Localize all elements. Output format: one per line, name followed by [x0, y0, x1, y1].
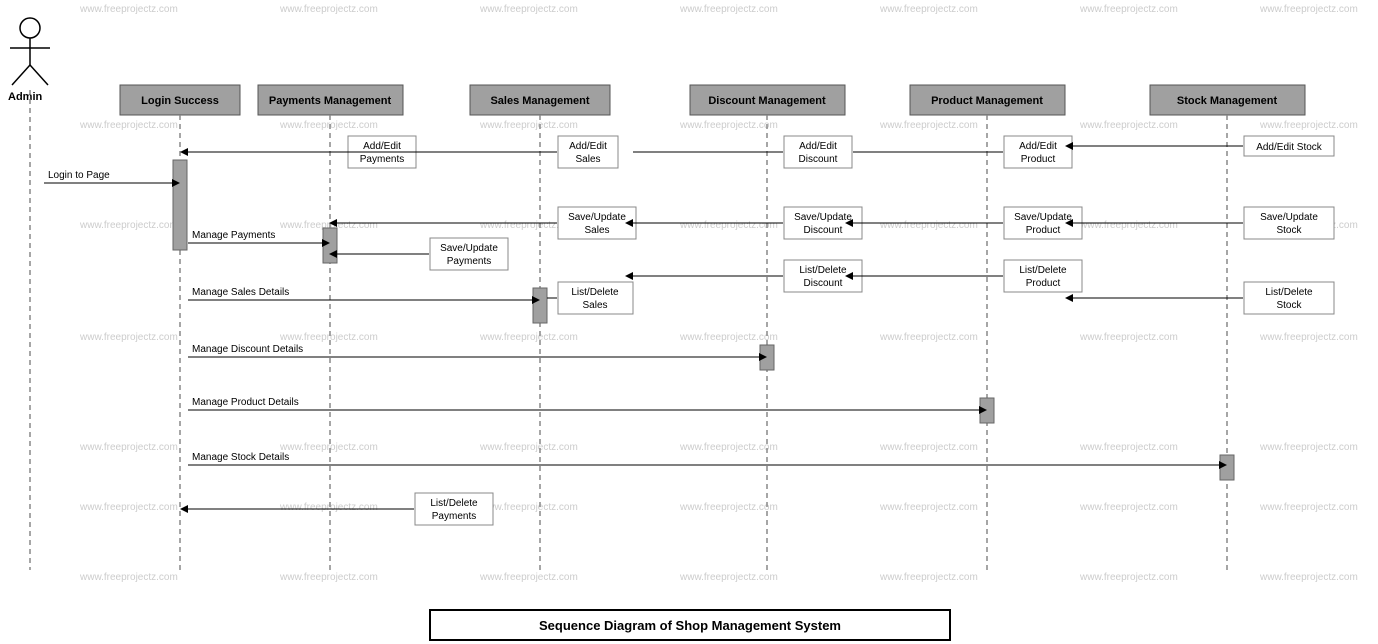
svg-text:Stock: Stock: [1276, 225, 1302, 236]
svg-text:www.freeprojectz.com: www.freeprojectz.com: [1079, 120, 1178, 131]
svg-text:www.freeprojectz.com: www.freeprojectz.com: [1079, 442, 1178, 453]
svg-text:Product: Product: [1026, 225, 1061, 236]
svg-text:www.freeprojectz.com: www.freeprojectz.com: [1079, 220, 1178, 231]
svg-text:Stock: Stock: [1276, 300, 1302, 311]
svg-text:Manage Payments: Manage Payments: [192, 230, 275, 241]
svg-text:www.freeprojectz.com: www.freeprojectz.com: [1259, 332, 1358, 343]
svg-text:www.freeprojectz.com: www.freeprojectz.com: [679, 220, 778, 231]
svg-text:www.freeprojectz.com: www.freeprojectz.com: [679, 442, 778, 453]
svg-text:Product Management: Product Management: [931, 95, 1043, 107]
svg-text:www.freeprojectz.com: www.freeprojectz.com: [479, 572, 578, 583]
svg-text:Sales: Sales: [584, 225, 609, 236]
svg-text:www.freeprojectz.com: www.freeprojectz.com: [1079, 332, 1178, 343]
svg-text:www.freeprojectz.com: www.freeprojectz.com: [79, 572, 178, 583]
svg-text:www.freeprojectz.com: www.freeprojectz.com: [879, 4, 978, 15]
svg-text:www.freeprojectz.com: www.freeprojectz.com: [79, 220, 178, 231]
svg-text:Manage Product Details: Manage Product Details: [192, 397, 299, 408]
svg-text:www.freeprojectz.com: www.freeprojectz.com: [1259, 4, 1358, 15]
svg-text:www.freeprojectz.com: www.freeprojectz.com: [479, 502, 578, 513]
svg-text:www.freeprojectz.com: www.freeprojectz.com: [679, 572, 778, 583]
svg-text:www.freeprojectz.com: www.freeprojectz.com: [479, 4, 578, 15]
svg-text:www.freeprojectz.com: www.freeprojectz.com: [879, 442, 978, 453]
svg-text:www.freeprojectz.com: www.freeprojectz.com: [479, 120, 578, 131]
svg-text:Add/Edit: Add/Edit: [799, 141, 837, 152]
svg-text:www.freeprojectz.com: www.freeprojectz.com: [879, 502, 978, 513]
svg-text:Manage Sales Details: Manage Sales Details: [192, 287, 289, 298]
svg-text:www.freeprojectz.com: www.freeprojectz.com: [79, 442, 178, 453]
svg-text:www.freeprojectz.com: www.freeprojectz.com: [79, 332, 178, 343]
svg-text:www.freeprojectz.com: www.freeprojectz.com: [79, 4, 178, 15]
svg-text:Payments: Payments: [360, 154, 404, 165]
svg-text:Sales Management: Sales Management: [490, 95, 589, 107]
svg-text:Payments Management: Payments Management: [269, 95, 392, 107]
svg-text:www.freeprojectz.com: www.freeprojectz.com: [279, 4, 378, 15]
svg-text:www.freeprojectz.com: www.freeprojectz.com: [679, 332, 778, 343]
svg-text:Sales: Sales: [582, 300, 607, 311]
svg-text:Admin: Admin: [8, 91, 43, 103]
svg-text:Sales: Sales: [575, 154, 600, 165]
svg-text:www.freeprojectz.com: www.freeprojectz.com: [1259, 572, 1358, 583]
svg-text:Add/Edit: Add/Edit: [363, 141, 401, 152]
svg-text:www.freeprojectz.com: www.freeprojectz.com: [1079, 502, 1178, 513]
svg-text:www.freeprojectz.com: www.freeprojectz.com: [79, 502, 178, 513]
svg-text:Sequence Diagram of Shop Manag: Sequence Diagram of Shop Management Syst…: [539, 618, 841, 633]
svg-text:www.freeprojectz.com: www.freeprojectz.com: [279, 120, 378, 131]
svg-text:List/Delete: List/Delete: [1019, 265, 1067, 276]
svg-text:Add/Edit: Add/Edit: [569, 141, 607, 152]
svg-text:www.freeprojectz.com: www.freeprojectz.com: [879, 572, 978, 583]
svg-text:Manage Discount Details: Manage Discount Details: [192, 344, 303, 355]
svg-text:Save/Update: Save/Update: [440, 243, 498, 254]
svg-text:www.freeprojectz.com: www.freeprojectz.com: [879, 332, 978, 343]
svg-text:Stock Management: Stock Management: [1177, 95, 1278, 107]
svg-text:Manage Stock Details: Manage Stock Details: [192, 452, 289, 463]
svg-text:www.freeprojectz.com: www.freeprojectz.com: [679, 502, 778, 513]
sequence-diagram: www.freeprojectz.com www.freeprojectz.co…: [0, 0, 1378, 644]
svg-text:www.freeprojectz.com: www.freeprojectz.com: [279, 502, 378, 513]
svg-text:Add/Edit Stock: Add/Edit Stock: [1256, 142, 1323, 153]
svg-text:Payments: Payments: [432, 511, 476, 522]
svg-text:www.freeprojectz.com: www.freeprojectz.com: [1079, 4, 1178, 15]
svg-text:www.freeprojectz.com: www.freeprojectz.com: [1079, 572, 1178, 583]
svg-text:www.freeprojectz.com: www.freeprojectz.com: [1259, 120, 1358, 131]
svg-text:Add/Edit: Add/Edit: [1019, 141, 1057, 152]
svg-text:Save/Update: Save/Update: [1014, 212, 1072, 223]
svg-text:Discount: Discount: [804, 278, 843, 289]
svg-text:Save/Update: Save/Update: [568, 212, 626, 223]
svg-text:Save/Update: Save/Update: [794, 212, 852, 223]
svg-text:Product: Product: [1026, 278, 1061, 289]
svg-text:www.freeprojectz.com: www.freeprojectz.com: [279, 572, 378, 583]
svg-text:www.freeprojectz.com: www.freeprojectz.com: [479, 442, 578, 453]
svg-text:www.freeprojectz.com: www.freeprojectz.com: [479, 332, 578, 343]
svg-text:Save/Update: Save/Update: [1260, 212, 1318, 223]
svg-text:www.freeprojectz.com: www.freeprojectz.com: [879, 120, 978, 131]
svg-text:List/Delete: List/Delete: [571, 287, 619, 298]
svg-text:List/Delete: List/Delete: [430, 498, 478, 509]
diagram-svg: www.freeprojectz.com www.freeprojectz.co…: [0, 0, 1378, 644]
svg-text:Discount Management: Discount Management: [708, 95, 826, 107]
svg-text:www.freeprojectz.com: www.freeprojectz.com: [1259, 502, 1358, 513]
svg-text:Login to Page: Login to Page: [48, 170, 110, 181]
svg-text:Discount: Discount: [804, 225, 843, 236]
svg-text:www.freeprojectz.com: www.freeprojectz.com: [879, 220, 978, 231]
svg-text:www.freeprojectz.com: www.freeprojectz.com: [679, 4, 778, 15]
svg-text:www.freeprojectz.com: www.freeprojectz.com: [679, 120, 778, 131]
svg-text:Payments: Payments: [447, 256, 491, 267]
svg-text:Login Success: Login Success: [141, 95, 219, 107]
svg-text:www.freeprojectz.com: www.freeprojectz.com: [1259, 442, 1358, 453]
svg-text:www.freeprojectz.com: www.freeprojectz.com: [279, 332, 378, 343]
svg-text:Discount: Discount: [799, 154, 838, 165]
svg-text:Product: Product: [1021, 154, 1056, 165]
svg-text:www.freeprojectz.com: www.freeprojectz.com: [79, 120, 178, 131]
svg-text:List/Delete: List/Delete: [1265, 287, 1313, 298]
svg-text:www.freeprojectz.com: www.freeprojectz.com: [279, 442, 378, 453]
svg-text:List/Delete: List/Delete: [799, 265, 847, 276]
